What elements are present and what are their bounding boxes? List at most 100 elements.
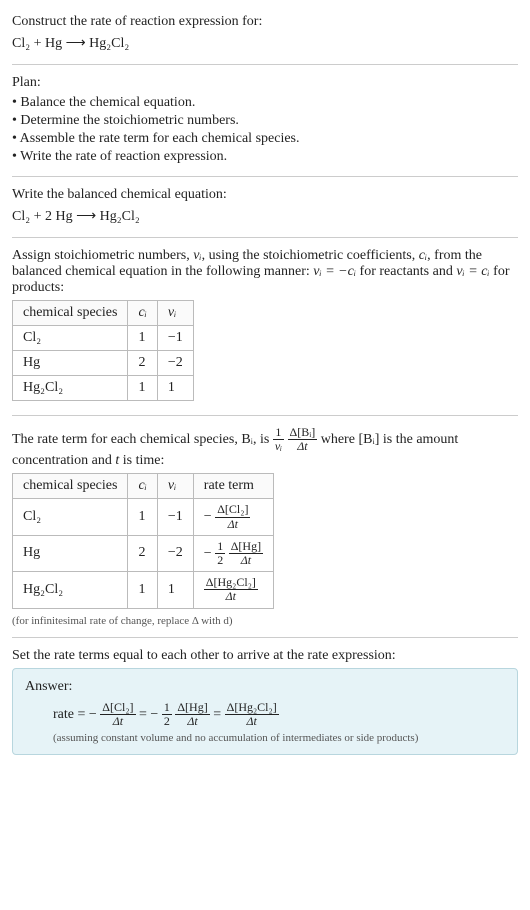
frac-1-over-nu: 1 νᵢ xyxy=(273,426,284,453)
rateterm-section: The rate term for each chemical species,… xyxy=(12,420,518,633)
frac-num: 1 xyxy=(273,426,284,440)
text: for reactants and xyxy=(356,264,456,279)
col-rate: rate term xyxy=(193,474,273,499)
rateterm-note: (for infinitesimal rate of change, repla… xyxy=(12,613,518,627)
balanced-heading: Write the balanced chemical equation: xyxy=(12,187,518,203)
stoich-intro: Assign stoichiometric numbers, νᵢ, using… xyxy=(12,248,518,296)
rate-coef-half: 1 2 xyxy=(162,701,172,728)
stoich-section: Assign stoichiometric numbers, νᵢ, using… xyxy=(12,242,518,411)
cell-species: Hg xyxy=(13,351,128,376)
answer-equation: rate = − Δ[Cl₂] Δt = − 1 2 Δ[Hg] Δt = Δ[… xyxy=(25,699,505,730)
c-symbol: cᵢ xyxy=(419,248,427,263)
rate-label: rate = xyxy=(53,706,89,721)
minus: − xyxy=(150,706,158,721)
rate-prefix: − xyxy=(204,509,212,524)
rateterm-table: chemical species cᵢ νᵢ rate term Cl₂ 1 −… xyxy=(12,473,274,608)
cell-c: 2 xyxy=(128,535,157,571)
frac-den: Δt xyxy=(288,440,318,453)
frac-num: Δ[Bᵢ] xyxy=(288,426,318,440)
plan-item: • Assemble the rate term for each chemic… xyxy=(12,130,518,148)
frac-num: 1 xyxy=(162,701,172,715)
rateterm-intro: The rate term for each chemical species,… xyxy=(12,426,518,469)
col-species: chemical species xyxy=(13,474,128,499)
frac-den: Δt xyxy=(175,715,209,728)
plan-section: Plan: • Balance the chemical equation. •… xyxy=(12,69,518,172)
divider xyxy=(12,64,518,65)
divider xyxy=(12,176,518,177)
answer-note: (assuming constant volume and no accumul… xyxy=(25,730,505,744)
balanced-section: Write the balanced chemical equation: Cl… xyxy=(12,181,518,233)
divider xyxy=(12,637,518,638)
frac-dBi-dt: Δ[Bᵢ] Δt xyxy=(288,426,318,453)
rate-frac: Δ[Cl₂] Δt xyxy=(215,503,250,530)
rate-frac-hg2cl2: Δ[Hg₂Cl₂] Δt xyxy=(225,701,279,728)
cell-species: Hg xyxy=(13,535,128,571)
cell-species: Hg₂Cl₂ xyxy=(13,376,128,401)
rate-frac-cl2: Δ[Cl₂] Δt xyxy=(100,701,135,728)
col-species: chemical species xyxy=(13,301,128,326)
text: is time: xyxy=(119,453,164,468)
frac-num: Δ[Hg₂Cl₂] xyxy=(204,576,258,590)
minus: − xyxy=(89,706,97,721)
col-c: cᵢ xyxy=(128,474,157,499)
frac-num: Δ[Hg] xyxy=(229,540,263,554)
b-symbol: Bᵢ xyxy=(241,432,253,447)
intro-equation: Cl₂ + Hg ⟶ Hg₂Cl₂ xyxy=(12,33,518,54)
eq-text: νᵢ = cᵢ xyxy=(456,264,489,279)
frac-den: Δt xyxy=(225,715,279,728)
cell-nu: −1 xyxy=(157,326,193,351)
cell-rate: − 1 2 Δ[Hg] Δt xyxy=(193,535,273,571)
frac-den: Δt xyxy=(215,518,250,531)
frac-den: Δt xyxy=(100,715,135,728)
frac-den: Δt xyxy=(229,554,263,567)
frac-num: 1 xyxy=(215,540,225,554)
table-row: Cl₂ 1 −1 − Δ[Cl₂] Δt xyxy=(13,499,274,535)
equals: = xyxy=(139,706,150,721)
frac-den: Δt xyxy=(204,590,258,603)
table-row: Cl₂ 1 −1 xyxy=(13,326,194,351)
table-row: Hg 2 −2 − 1 2 Δ[Hg] Δt xyxy=(13,535,274,571)
divider xyxy=(12,237,518,238)
answer-box: Answer: rate = − Δ[Cl₂] Δt = − 1 2 Δ[Hg]… xyxy=(12,668,518,755)
plan-list: • Balance the chemical equation. • Deter… xyxy=(12,94,518,166)
final-section: Set the rate terms equal to each other t… xyxy=(12,642,518,761)
divider xyxy=(12,415,518,416)
frac-den: 2 xyxy=(162,715,172,728)
text: The rate term for each chemical species, xyxy=(12,432,241,447)
table-row: Hg₂Cl₂ 1 1 xyxy=(13,376,194,401)
table-header-row: chemical species cᵢ νᵢ xyxy=(13,301,194,326)
nu-symbol: νᵢ xyxy=(193,248,201,263)
rate-prefix: − xyxy=(204,546,212,561)
answer-title: Answer: xyxy=(25,679,505,695)
cell-nu: 1 xyxy=(157,376,193,401)
frac-num: Δ[Hg₂Cl₂] xyxy=(225,701,279,715)
text: Assign stoichiometric numbers, xyxy=(12,248,193,263)
cell-c: 1 xyxy=(128,376,157,401)
cell-nu: −2 xyxy=(157,535,193,571)
table-header-row: chemical species cᵢ νᵢ rate term xyxy=(13,474,274,499)
cell-nu: −2 xyxy=(157,351,193,376)
col-nu: νᵢ xyxy=(157,301,193,326)
balanced-equation: Cl₂ + 2 Hg ⟶ Hg₂Cl₂ xyxy=(12,206,518,227)
frac-num: Δ[Cl₂] xyxy=(215,503,250,517)
frac-den: νᵢ xyxy=(273,440,284,453)
cell-species: Cl₂ xyxy=(13,499,128,535)
eq-text: νᵢ = −cᵢ xyxy=(313,264,356,279)
table-row: Hg 2 −2 xyxy=(13,351,194,376)
plan-item: • Write the rate of reaction expression. xyxy=(12,148,518,166)
cell-species: Hg₂Cl₂ xyxy=(13,572,128,608)
text: , is xyxy=(253,432,273,447)
table-row: Hg₂Cl₂ 1 1 Δ[Hg₂Cl₂] Δt xyxy=(13,572,274,608)
final-heading: Set the rate terms equal to each other t… xyxy=(12,648,518,664)
plan-heading: Plan: xyxy=(12,75,518,91)
cell-c: 1 xyxy=(128,572,157,608)
stoich-table: chemical species cᵢ νᵢ Cl₂ 1 −1 Hg 2 −2 … xyxy=(12,300,194,401)
text: , using the stoichiometric coefficients, xyxy=(202,248,419,263)
frac-den: 2 xyxy=(215,554,225,567)
cell-rate: − Δ[Cl₂] Δt xyxy=(193,499,273,535)
plan-item: • Determine the stoichiometric numbers. xyxy=(12,112,518,130)
cell-c: 2 xyxy=(128,351,157,376)
cell-nu: −1 xyxy=(157,499,193,535)
frac-num: Δ[Hg] xyxy=(175,701,209,715)
col-nu: νᵢ xyxy=(157,474,193,499)
